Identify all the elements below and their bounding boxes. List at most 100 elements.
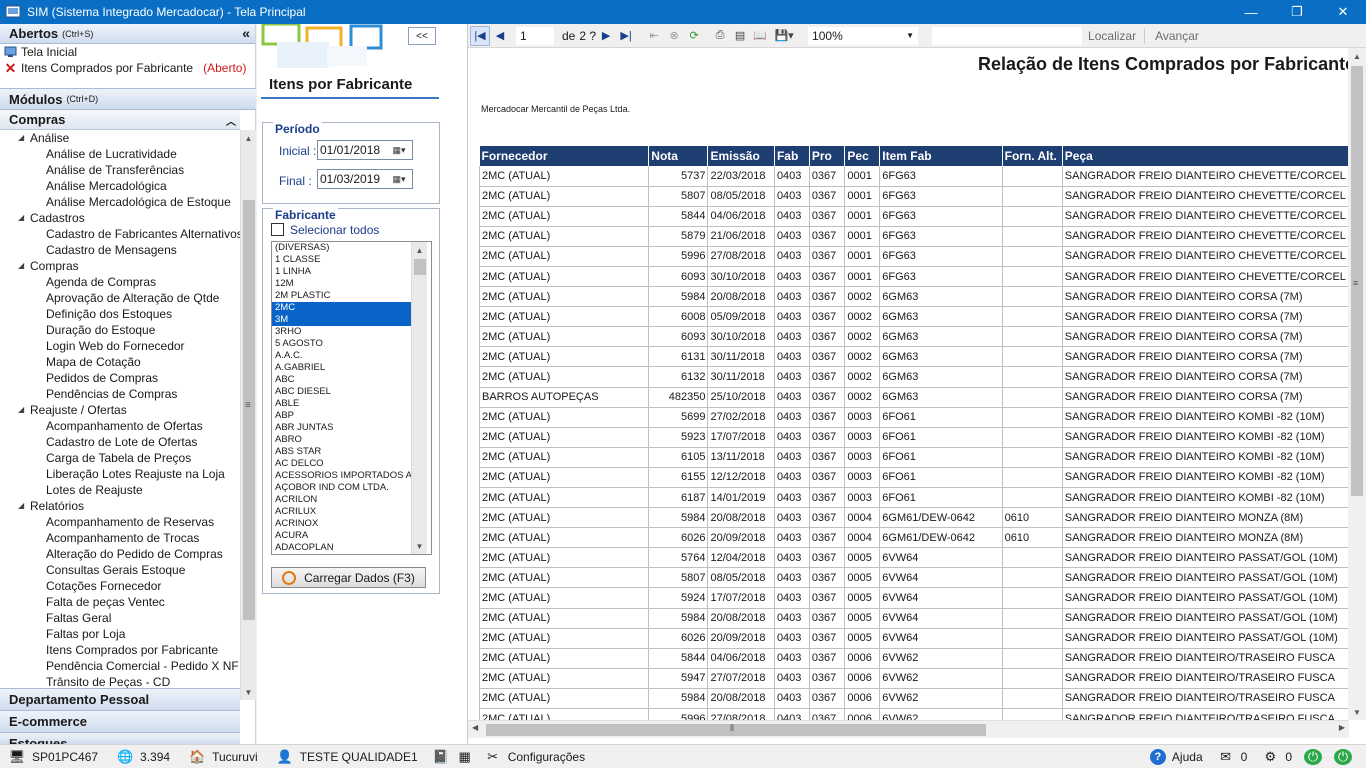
scroll-thumb[interactable] bbox=[486, 724, 986, 736]
tree-item[interactable]: Alteração do Pedido de Compras bbox=[0, 546, 240, 562]
maker-option[interactable]: A.GABRIEL bbox=[272, 362, 412, 374]
maker-option[interactable]: 3M bbox=[272, 314, 412, 326]
module-departamento-pessoal[interactable]: Departamento Pessoal bbox=[0, 688, 240, 710]
maker-option[interactable]: 2M PLASTIC bbox=[272, 290, 412, 302]
minimize-button[interactable]: — bbox=[1228, 0, 1274, 24]
tree-item[interactable]: Análise de Transferências bbox=[0, 162, 240, 178]
tree-item[interactable]: Cadastro de Fabricantes Alternativos bbox=[0, 226, 240, 242]
calculator-status[interactable]: ▦ bbox=[456, 749, 480, 765]
expand-icon[interactable]: ◢ bbox=[18, 402, 24, 418]
maker-option[interactable]: A.A.C. bbox=[272, 350, 412, 362]
maker-option[interactable]: (DIVERSAS) bbox=[272, 242, 412, 254]
previous-page-icon[interactable]: ◀ bbox=[490, 26, 510, 46]
maker-list-scrollbar[interactable]: ▲ ▼ bbox=[411, 242, 427, 554]
next-match-button[interactable]: Avançar bbox=[1155, 29, 1199, 43]
tree-item[interactable]: Análise Mercadológica de Estoque bbox=[0, 194, 240, 210]
tree-item[interactable]: Cadastro de Mensagens bbox=[0, 242, 240, 258]
maker-option[interactable]: ABC DIESEL bbox=[272, 386, 412, 398]
scroll-down-icon[interactable]: ▼ bbox=[1348, 704, 1366, 720]
maximize-button[interactable]: ❐ bbox=[1274, 0, 1320, 24]
tree-item[interactable]: Análise Mercadológica bbox=[0, 178, 240, 194]
collapse-filter-button[interactable]: << bbox=[408, 27, 436, 45]
tree-item[interactable]: Pedidos de Compras bbox=[0, 370, 240, 386]
settings-label[interactable]: Configurações bbox=[508, 750, 585, 764]
report-horizontal-scrollbar[interactable]: ◀ ⦀ ▶ bbox=[468, 720, 1349, 738]
tree-item[interactable]: Análise de Lucratividade bbox=[0, 146, 240, 162]
find-button[interactable]: Localizar bbox=[1088, 29, 1136, 43]
maker-option[interactable]: ABS STAR bbox=[272, 446, 412, 458]
tree-item[interactable]: Falta de peças Ventec bbox=[0, 594, 240, 610]
maker-option[interactable]: ABC bbox=[272, 374, 412, 386]
notes-status[interactable]: 📓 bbox=[432, 749, 456, 765]
module-compras-header[interactable]: Compras ︿ bbox=[0, 110, 240, 130]
search-input[interactable] bbox=[932, 26, 1083, 45]
opened-item-tela-inicial[interactable]: Tela Inicial bbox=[0, 44, 255, 60]
calendar-icon[interactable]: ▦▾ bbox=[388, 143, 410, 157]
gear-icon[interactable]: ⚙ bbox=[1261, 749, 1279, 765]
expand-icon[interactable]: ◢ bbox=[18, 130, 24, 146]
tree-item[interactable]: Definição dos Estoques bbox=[0, 306, 240, 322]
maker-option[interactable]: 12M bbox=[272, 278, 412, 290]
help-icon[interactable]: ? bbox=[1149, 748, 1166, 765]
maker-option[interactable]: ACURA bbox=[272, 530, 412, 542]
tree-item[interactable]: Lotes de Reajuste bbox=[0, 482, 240, 498]
module-estoques[interactable]: Estoques bbox=[0, 732, 240, 744]
tree-group[interactable]: ◢ Análise bbox=[0, 130, 240, 146]
export-icon[interactable]: 💾▾ bbox=[770, 26, 798, 46]
maker-option[interactable]: ACESSORIOS IMPORTADOS A bbox=[272, 470, 412, 482]
tree-item[interactable]: Consultas Gerais Estoque bbox=[0, 562, 240, 578]
maker-option[interactable]: AÇOBOR IND COM LTDA. bbox=[272, 482, 412, 494]
tree-group[interactable]: ◢ Reajuste / Ofertas bbox=[0, 402, 240, 418]
tree-scrollbar[interactable]: ▲ ≡ ▼ bbox=[240, 130, 256, 700]
tree-item[interactable]: Cadastro de Lote de Ofertas bbox=[0, 434, 240, 450]
maker-option[interactable]: 1 CLASSE bbox=[272, 254, 412, 266]
tree-item[interactable]: Acompanhamento de Reservas bbox=[0, 514, 240, 530]
back-icon[interactable]: ⇤ bbox=[644, 26, 664, 46]
print-layout-icon[interactable]: ▤ bbox=[730, 26, 750, 46]
print-icon[interactable]: ⎙ bbox=[710, 26, 730, 46]
chevron-up-icon[interactable]: ︿ bbox=[226, 113, 236, 128]
stop-icon[interactable]: ⊗ bbox=[664, 26, 684, 46]
select-all-label[interactable]: Selecionar todos bbox=[290, 223, 379, 237]
last-page-icon[interactable]: ▶| bbox=[616, 26, 636, 46]
tree-item[interactable]: Pendência Comercial - Pedido X NF bbox=[0, 658, 240, 674]
report-vertical-scrollbar[interactable]: ▲ ≡ ▼ bbox=[1348, 48, 1366, 720]
scroll-up-icon[interactable]: ▲ bbox=[1348, 48, 1366, 64]
start-date-field[interactable]: 01/01/2018 ▦▾ bbox=[317, 140, 413, 160]
settings-status[interactable]: ✂ Configurações bbox=[484, 749, 585, 765]
tree-item[interactable]: Mapa de Cotação bbox=[0, 354, 240, 370]
mail-status[interactable]: ✉ 0 bbox=[1217, 749, 1247, 765]
scroll-up-icon[interactable]: ▲ bbox=[241, 130, 256, 146]
page-setup-icon[interactable]: 📖 bbox=[750, 26, 770, 46]
maker-option[interactable]: ACRILUX bbox=[272, 506, 412, 518]
refresh-icon[interactable]: ⟳ bbox=[684, 26, 704, 46]
select-all-checkbox[interactable] bbox=[271, 223, 284, 236]
modules-header[interactable]: Módulos (Ctrl+D) bbox=[0, 88, 256, 110]
tree-item[interactable]: Agenda de Compras bbox=[0, 274, 240, 290]
tree-item[interactable]: Duração do Estoque bbox=[0, 322, 240, 338]
tasks-status[interactable]: ⚙ 0 bbox=[1261, 749, 1292, 765]
mail-icon[interactable]: ✉ bbox=[1217, 749, 1235, 765]
opened-item-itens-comprados[interactable]: ✕ Itens Comprados por Fabricante (Aberto… bbox=[0, 60, 255, 76]
load-data-button[interactable]: Carregar Dados (F3) bbox=[271, 567, 426, 588]
calendar-icon[interactable]: ▦▾ bbox=[388, 172, 410, 186]
maker-option[interactable]: ABRO bbox=[272, 434, 412, 446]
zoom-select[interactable]: 100% ▼ bbox=[808, 26, 919, 45]
tree-item[interactable]: Login Web do Fornecedor bbox=[0, 338, 240, 354]
help-label[interactable]: Ajuda bbox=[1172, 750, 1203, 764]
maker-option[interactable]: ACRILON bbox=[272, 494, 412, 506]
notes-icon[interactable]: 📓 bbox=[432, 749, 450, 765]
tree-group[interactable]: ◢ Relatórios bbox=[0, 498, 240, 514]
maker-option[interactable]: ABP bbox=[272, 410, 412, 422]
scroll-right-icon[interactable]: ▶ bbox=[1339, 723, 1345, 732]
close-tab-icon[interactable]: ✕ bbox=[4, 60, 17, 76]
expand-icon[interactable]: ◢ bbox=[18, 498, 24, 514]
first-page-icon[interactable]: |◀ bbox=[470, 25, 490, 46]
close-button[interactable]: ✕ bbox=[1320, 0, 1366, 24]
tree-item[interactable]: Cotações Fornecedor bbox=[0, 578, 240, 594]
tree-item[interactable]: Pendências de Compras bbox=[0, 386, 240, 402]
end-date-field[interactable]: 01/03/2019 ▦▾ bbox=[317, 169, 413, 189]
maker-option[interactable]: ABLE bbox=[272, 398, 412, 410]
maker-option[interactable]: 2MC bbox=[272, 302, 412, 314]
tree-item[interactable]: Carga de Tabela de Preços bbox=[0, 450, 240, 466]
